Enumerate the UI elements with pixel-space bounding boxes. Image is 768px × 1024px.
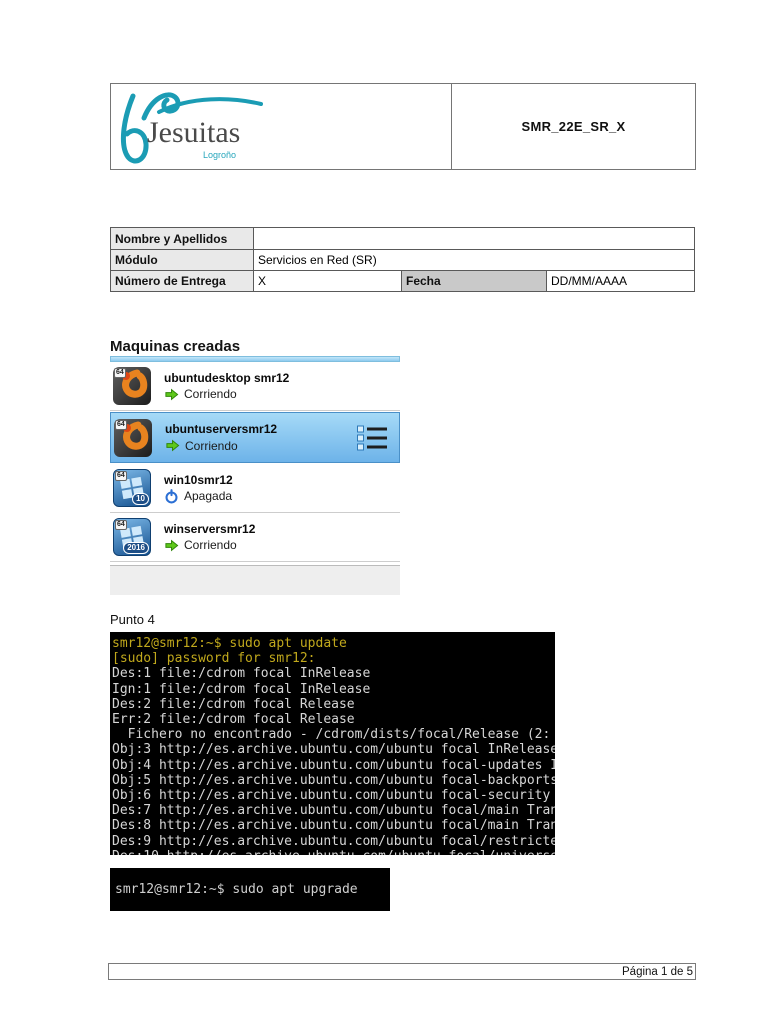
machines-section-title: Maquinas creadas bbox=[110, 338, 241, 355]
vm-status-icon-holder bbox=[164, 538, 179, 553]
vm-icon-holder: 64 bbox=[114, 418, 152, 457]
vm-name: win10smr12 bbox=[164, 472, 233, 487]
running-arrow-icon bbox=[165, 388, 179, 400]
vm-name: winserversmr12 bbox=[164, 521, 256, 536]
vm-list-item[interactable]: 64 2016 winserversmr12 Corriendo bbox=[110, 513, 400, 562]
vm-text: winserversmr12 Corriendo bbox=[164, 522, 255, 553]
terminal-line: Des:7 http://es.archive.ubuntu.com/ubunt… bbox=[112, 803, 555, 819]
vm-name: ubuntuserversmr12 bbox=[165, 422, 278, 436]
module-label-cell: Módulo bbox=[111, 250, 253, 270]
header-table: Jesuitas Logroño SMR_22E_SR_X bbox=[110, 83, 696, 170]
terminal-line: Des:2 file:/cdrom focal Release bbox=[112, 696, 355, 712]
doc-code: SMR_22E_SR_X bbox=[521, 119, 626, 134]
terminal-line: Ign:1 file:/cdrom focal InRelease bbox=[112, 681, 371, 697]
power-off-icon bbox=[165, 488, 178, 503]
arch-badge: 64 bbox=[115, 520, 127, 530]
vm-icon-holder: 64 bbox=[113, 367, 151, 405]
table-row: Módulo Servicios en Red (SR) bbox=[111, 249, 694, 270]
header-title-cell: SMR_22E_SR_X bbox=[452, 84, 695, 169]
arch-badge: 64 bbox=[115, 471, 127, 481]
name-value-cell bbox=[253, 228, 694, 249]
terminal-line: Obj:3 http://es.archive.ubuntu.com/ubunt… bbox=[112, 742, 555, 758]
terminal-line: Fichero no encontrado - /cdrom/dists/foc… bbox=[112, 727, 555, 743]
table-row: Número de Entrega X Fecha DD/MM/AAAA bbox=[111, 270, 694, 291]
vm-status-icon-holder bbox=[164, 387, 179, 402]
module-value-cell: Servicios en Red (SR) bbox=[253, 250, 694, 270]
vm-tools-list-icon[interactable] bbox=[357, 423, 387, 452]
vm-text: win10smr12 Apagada bbox=[164, 473, 233, 504]
windows-os-icon: 64 2016 bbox=[113, 518, 151, 556]
info-table: Nombre y Apellidos Módulo Servicios en R… bbox=[110, 227, 695, 292]
vm-status-row: Corriendo bbox=[164, 538, 255, 553]
document-page: Jesuitas Logroño SMR_22E_SR_X Nombre y A… bbox=[0, 0, 768, 1024]
arch-badge: 64 bbox=[114, 368, 126, 378]
vm-status-row: Apagada bbox=[164, 488, 233, 504]
arch-badge: 64 bbox=[115, 419, 127, 430]
vm-list-item[interactable]: 64 ubuntuserversmr12 Corriendo bbox=[110, 412, 400, 463]
page-number: Página 1 de 5 bbox=[622, 965, 693, 978]
terminal-line: Obj:4 http://es.archive.ubuntu.com/ubunt… bbox=[112, 757, 555, 773]
vm-icon-holder: 64 2016 bbox=[113, 518, 151, 556]
vm-text: ubuntudesktop smr12 Corriendo bbox=[164, 371, 289, 402]
windows-os-icon: 64 10 bbox=[113, 469, 151, 507]
os-version-badge: 2016 bbox=[123, 542, 149, 554]
entrega-label-cell: Número de Entrega bbox=[111, 271, 253, 291]
terminal-line: Obj:6 http://es.archive.ubuntu.com/ubunt… bbox=[112, 788, 555, 804]
vm-status-label: Corriendo bbox=[184, 538, 237, 552]
terminal-line: Des:8 http://es.archive.ubuntu.com/ubunt… bbox=[112, 818, 555, 834]
name-label-cell: Nombre y Apellidos bbox=[111, 228, 253, 249]
logo-cell: Jesuitas Logroño bbox=[111, 84, 452, 169]
os-version-badge: 10 bbox=[132, 493, 149, 505]
terminal-apt-upgrade: smr12@smr12:~$ sudo apt upgrade bbox=[110, 868, 390, 911]
jesuitas-logo: Jesuitas Logroño bbox=[121, 92, 263, 164]
terminal-upgrade-line: smr12@smr12:~$ sudo apt upgrade bbox=[115, 882, 358, 897]
terminal-line: Err:2 file:/cdrom focal Release bbox=[112, 712, 355, 728]
terminal-line: Des:10 http://es.archive.ubuntu.com/ubun… bbox=[112, 849, 555, 855]
vm-status-icon-holder bbox=[164, 488, 179, 504]
vm-status-row: Corriendo bbox=[165, 438, 277, 453]
table-row: Nombre y Apellidos bbox=[111, 228, 694, 249]
terminal-update-body: smr12@smr12:~$ sudo apt update [sudo] pas… bbox=[112, 636, 555, 855]
vm-status-label: Apagada bbox=[184, 489, 233, 503]
vm-list: 64 ubuntudesktop smr12 Corriendo 64 ubun… bbox=[110, 362, 400, 562]
ubuntu-os-icon: 64 bbox=[113, 367, 151, 405]
vm-list-item[interactable]: 64 10 win10smr12 Apagada bbox=[110, 464, 400, 513]
vm-status-icon-holder bbox=[165, 438, 180, 453]
vm-icon-holder: 64 10 bbox=[113, 469, 151, 507]
page-footer: Página 1 de 5 bbox=[108, 963, 696, 980]
vm-status-label: Corriendo bbox=[184, 387, 237, 401]
vm-status-row: Corriendo bbox=[164, 387, 289, 402]
terminal-line: Obj:5 http://es.archive.ubuntu.com/ubunt… bbox=[112, 772, 555, 788]
vm-list-empty-area bbox=[110, 565, 400, 595]
terminal-apt-update: smr12@smr12:~$ sudo apt update [sudo] pas… bbox=[110, 632, 555, 855]
logo-brand-text: Jesuitas bbox=[147, 116, 240, 149]
vm-list-panel: 64 ubuntudesktop smr12 Corriendo 64 ubun… bbox=[110, 356, 400, 595]
running-arrow-icon bbox=[165, 539, 179, 551]
vm-text: ubuntuserversmr12 Corriendo bbox=[165, 422, 277, 453]
fecha-value-cell: DD/MM/AAAA bbox=[546, 271, 694, 291]
fecha-label-cell: Fecha bbox=[401, 271, 546, 291]
vm-list-item[interactable]: 64 ubuntudesktop smr12 Corriendo bbox=[110, 362, 400, 411]
logo-subtitle-text: Logroño bbox=[203, 150, 236, 160]
terminal-line: smr12@smr12:~$ sudo apt update bbox=[112, 636, 347, 651]
terminal-line: Des:9 http://es.archive.ubuntu.com/ubunt… bbox=[112, 833, 555, 849]
punto-label: Punto 4 bbox=[110, 612, 155, 627]
vm-name: ubuntudesktop smr12 bbox=[164, 370, 290, 385]
terminal-line: [sudo] password for smr12: bbox=[112, 651, 316, 667]
terminal-line: Des:1 file:/cdrom focal InRelease bbox=[112, 666, 371, 682]
entrega-value-cell: X bbox=[253, 271, 401, 291]
running-arrow-icon bbox=[166, 439, 180, 452]
vm-status-label: Corriendo bbox=[185, 438, 238, 453]
ubuntu-os-icon: 64 bbox=[114, 418, 152, 457]
